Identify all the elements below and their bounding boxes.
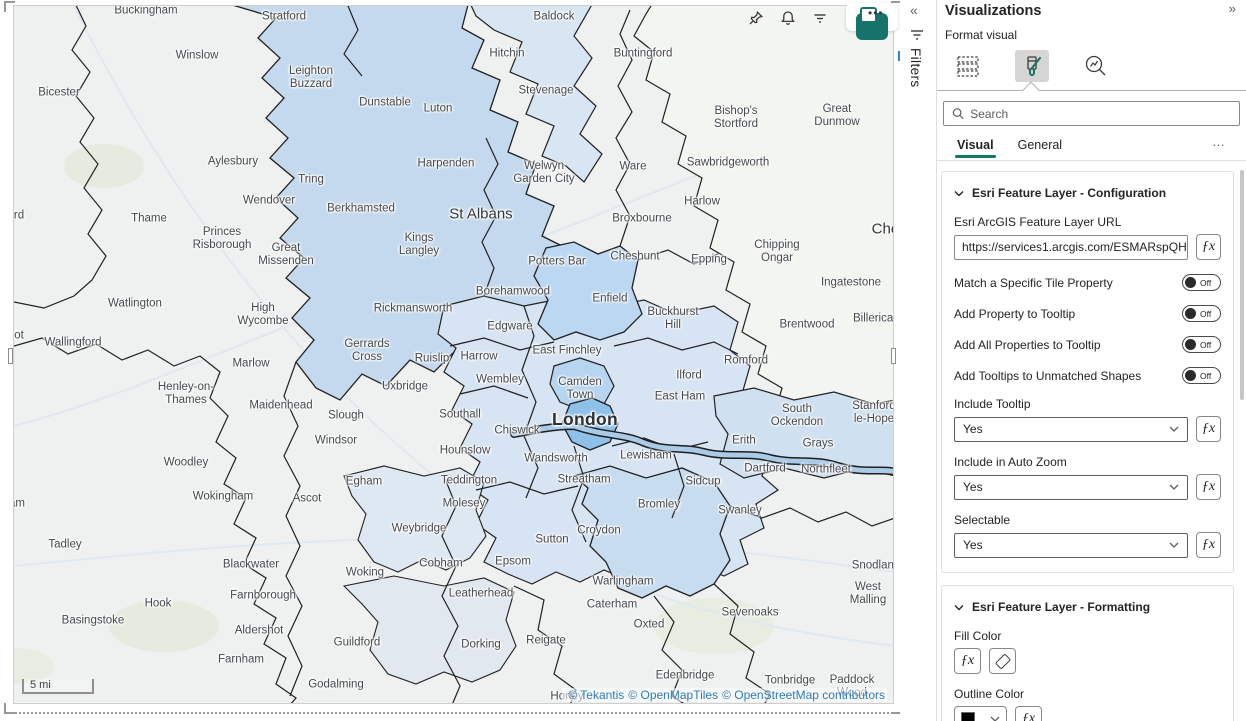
toggle-label: Add All Properties to Tooltip [954,338,1101,352]
toggle-state: Off [1200,309,1211,319]
tab-more-options[interactable]: … [1212,134,1226,149]
selectable-dropdown[interactable]: Yes [954,533,1188,558]
toggle-label: Add Tooltips to Unmatched Shapes [954,369,1141,383]
map-scale-label: 5 mi [30,679,51,691]
toggle-label: Match a Specific Tile Property [954,276,1113,290]
config-section-header[interactable]: Esri Feature Layer - Configuration [954,182,1221,202]
resize-handle-top-right[interactable] [891,1,900,10]
toggle-tooltips-unmatched-shapes[interactable]: Off [1182,367,1221,384]
outline-color-picker[interactable] [954,706,1007,721]
config-section-title: Esri Feature Layer - Configuration [972,186,1166,200]
outline-color-label: Outline Color [954,687,1221,701]
toggle-knob [1185,308,1196,319]
include-tooltip-dropdown[interactable]: Yes [954,417,1188,442]
filter-funnel-icon[interactable] [909,28,925,47]
more-options-dots[interactable]: ••• [868,6,884,20]
chevron-down-icon [990,716,1000,721]
toggle-add-all-properties-tooltip[interactable]: Off [1182,336,1221,353]
pin-icon[interactable] [748,10,764,26]
toggle-state: Off [1200,278,1211,288]
filters-pane-title[interactable]: Filters [908,48,923,88]
map-polygons [14,6,894,704]
chevron-down-icon [954,604,964,611]
pane-title: Visualizations [945,3,1041,19]
dropdown-value: Yes [963,538,983,552]
filters-pane-collapsed: « Filters [900,0,937,721]
feature-layer-url-input[interactable]: https://services1.arcgis.com/ESMARspQHYM… [954,235,1188,260]
filters-on-visual-icon[interactable] [812,10,828,26]
formatting-section-title: Esri Feature Layer - Formatting [972,600,1150,614]
analytics-tab[interactable] [1079,50,1113,82]
dropdown-label: Include Tooltip [954,397,1221,411]
chevron-down-icon [1169,426,1179,432]
fx-conditional-format-button[interactable]: ƒx [1196,234,1221,260]
toggle-state: Off [1200,340,1211,350]
toggle-add-property-tooltip[interactable]: Off [1182,305,1221,322]
url-value: https://services1.arcgis.com/ESMARspQHYM… [962,240,1188,254]
formatting-section-header[interactable]: Esri Feature Layer - Formatting [954,596,1221,616]
fx-conditional-format-button[interactable]: ƒx [1196,474,1221,500]
resize-handle-top-left[interactable] [4,1,13,10]
chevron-down-icon [1169,484,1179,490]
reset-fill-color-button[interactable] [989,648,1016,674]
format-visual-tab[interactable] [1015,50,1049,82]
toggle-knob [1185,277,1196,288]
format-pane-tabs [937,42,1246,86]
dropdown-value: Yes [963,480,983,494]
resize-handle-left[interactable] [8,348,13,364]
alert-bell-icon[interactable] [780,10,796,26]
eraser-icon [994,653,1010,669]
resize-handle-right[interactable] [891,348,896,364]
dropdown-label: Selectable [954,513,1221,527]
fill-color-label: Fill Color [954,629,1221,643]
map-attribution: © Tekantis © OpenMapTiles © OpenStreetMap … [562,688,887,702]
visualizations-pane: Visualizations » Format visual [937,0,1246,721]
fx-conditional-format-button[interactable]: ƒx [1196,416,1221,442]
toggle-knob [1185,339,1196,350]
fx-conditional-format-button[interactable]: ƒx [1196,532,1221,558]
search-input[interactable] [970,107,1231,121]
fx-outline-color-button[interactable]: ƒx [1015,706,1042,721]
toggle-knob [1185,370,1196,381]
dropdown-label: Include in Auto Zoom [954,455,1221,469]
resize-handle-bottom-right[interactable] [891,703,900,712]
config-section-card: Esri Feature Layer - Configuration Esri … [941,171,1234,573]
tab-general[interactable]: General [1018,138,1062,158]
expand-filters-icon[interactable]: « [910,2,918,18]
esri-map-canvas[interactable]: BuckinghamStratfordWinslowBaldockHitchin… [13,5,894,704]
fx-fill-color-button[interactable]: ƒx [954,648,981,674]
map-scale-bar: 5 mi [22,679,94,694]
color-swatch-black [961,712,975,721]
esri-map-visual-container[interactable]: BuckinghamStratfordWinslowBaldockHitchin… [0,0,900,721]
powerbi-workspace: BuckinghamStratfordWinslowBaldockHitchin… [0,0,1246,721]
toggle-label: Add Property to Tooltip [954,307,1075,321]
format-search[interactable] [943,101,1240,126]
search-icon [952,107,964,120]
chevron-down-icon [1169,542,1179,548]
pane-subtitle: Format visual [937,20,1246,42]
resize-handle-bottom-left[interactable] [4,703,13,712]
build-visual-tab[interactable] [951,50,985,82]
toggle-match-tile-property[interactable]: Off [1182,274,1221,291]
attribution-link[interactable]: © OpenMapTiles [628,688,718,702]
attribution-link[interactable]: © OpenStreetMap contributors [722,688,885,702]
attribution-link[interactable]: © Tekantis [568,688,624,702]
dropdown-value: Yes [963,422,983,436]
formatting-section-card: Esri Feature Layer - Formatting Fill Col… [941,585,1234,721]
url-field-label: Esri ArcGIS Feature Layer URL [954,215,1221,229]
chevron-down-icon [954,190,964,197]
page-edge-guide [8,712,896,714]
collapse-pane-icon[interactable]: » [1229,1,1236,16]
pane-scrollbar[interactable] [1240,170,1244,400]
include-auto-zoom-dropdown[interactable]: Yes [954,475,1188,500]
tab-visual[interactable]: Visual [957,138,994,158]
toggle-state: Off [1200,371,1211,381]
